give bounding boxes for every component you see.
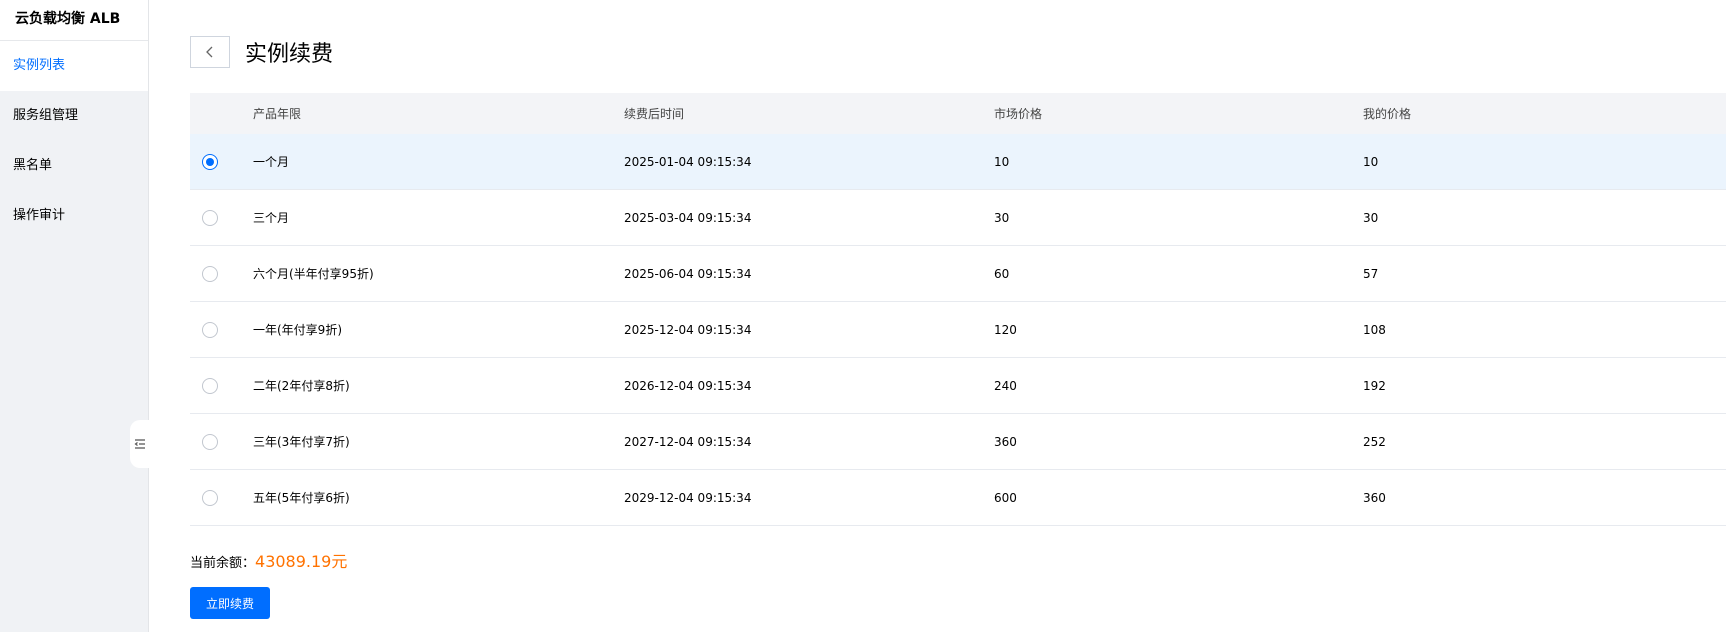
market-price-cell: 360: [994, 434, 1017, 449]
sidebar-item-blacklist[interactable]: 黑名单: [0, 141, 148, 191]
sidebar-item-service-groups[interactable]: 服务组管理: [0, 91, 148, 141]
period-radio[interactable]: [202, 153, 218, 170]
table-row[interactable]: 五年(5年付享6折) 2029-12-04 09:15:34 600 360: [190, 470, 1726, 526]
balance-label: 当前余额：: [190, 556, 256, 571]
sidebar: 云负载均衡 ALB 实例列表 服务组管理 黑名单 操作审计: [0, 0, 149, 632]
balance-value: 43089.19元: [255, 552, 348, 571]
my-price-cell: 252: [1363, 434, 1386, 449]
market-price-cell: 600: [994, 490, 1017, 505]
header-expire-time: 续费后时间: [624, 107, 685, 121]
expire-cell: 2026-12-04 09:15:34: [624, 378, 752, 393]
expire-cell: 2025-03-04 09:15:34: [624, 210, 752, 225]
expire-cell: 2025-12-04 09:15:34: [624, 322, 752, 337]
market-price-cell: 30: [994, 210, 1010, 225]
chevron-left-icon: [206, 46, 213, 58]
table-row[interactable]: 三个月 2025-03-04 09:15:34 30 30: [190, 190, 1726, 246]
my-price-cell: 192: [1363, 378, 1386, 393]
table-row[interactable]: 一年(年付享9折) 2025-12-04 09:15:34 120 108: [190, 302, 1726, 358]
table-row[interactable]: 六个月(半年付享95折) 2025-06-04 09:15:34 60 57: [190, 246, 1726, 302]
renew-now-button[interactable]: 立即续费: [190, 587, 270, 619]
table-header: 产品年限 续费后时间 市场价格 我的价格: [190, 93, 1726, 134]
my-price-cell: 108: [1363, 322, 1386, 337]
period-cell: 一个月: [253, 155, 290, 169]
market-price-cell: 10: [994, 154, 1010, 169]
market-price-cell: 120: [994, 322, 1017, 337]
header-period: 产品年限: [253, 107, 302, 121]
table-row[interactable]: 三年(3年付享7折) 2027-12-04 09:15:34 360 252: [190, 414, 1726, 470]
renewal-table: 产品年限 续费后时间 市场价格 我的价格 一个月 2025-01-04 09:1…: [190, 93, 1726, 526]
header-my-price: 我的价格: [1363, 107, 1412, 121]
main-content: 实例续费 产品年限 续费后时间 市场价格 我的价格 一个月 2025-01-04…: [190, 0, 1726, 632]
sidebar-item-audit[interactable]: 操作审计: [0, 191, 148, 241]
period-cell: 二年(2年付享8折): [253, 379, 350, 393]
period-radio[interactable]: [202, 489, 218, 506]
sidebar-collapse-toggle[interactable]: [130, 420, 149, 468]
period-radio[interactable]: [202, 265, 218, 282]
period-cell: 五年(5年付享6折): [253, 491, 350, 505]
sidebar-item-instance-list[interactable]: 实例列表: [0, 41, 148, 91]
period-cell: 一年(年付享9折): [253, 323, 342, 337]
period-cell: 三年(3年付享7折): [253, 435, 350, 449]
period-radio[interactable]: [202, 321, 218, 338]
table-row[interactable]: 二年(2年付享8折) 2026-12-04 09:15:34 240 192: [190, 358, 1726, 414]
my-price-cell: 57: [1363, 266, 1379, 281]
market-price-cell: 240: [994, 378, 1017, 393]
product-title: 云负载均衡 ALB: [0, 0, 148, 41]
period-radio[interactable]: [202, 377, 218, 394]
collapse-menu-icon: [134, 439, 145, 449]
balance-info: 当前余额： 43089.19元: [190, 548, 347, 572]
expire-cell: 2025-06-04 09:15:34: [624, 266, 752, 281]
expire-cell: 2025-01-04 09:15:34: [624, 154, 752, 169]
my-price-cell: 30: [1363, 210, 1379, 225]
my-price-cell: 360: [1363, 490, 1386, 505]
expire-cell: 2027-12-04 09:15:34: [624, 434, 752, 449]
header-market-price: 市场价格: [994, 107, 1043, 121]
period-cell: 六个月(半年付享95折): [253, 267, 374, 281]
period-radio[interactable]: [202, 433, 218, 450]
expire-cell: 2029-12-04 09:15:34: [624, 490, 752, 505]
period-radio[interactable]: [202, 209, 218, 226]
table-row[interactable]: 一个月 2025-01-04 09:15:34 10 10: [190, 134, 1726, 190]
page-header: 实例续费: [190, 36, 333, 68]
back-button[interactable]: [190, 36, 230, 68]
market-price-cell: 60: [994, 266, 1010, 281]
my-price-cell: 10: [1363, 154, 1379, 169]
period-cell: 三个月: [253, 211, 290, 225]
page-title: 实例续费: [245, 42, 334, 67]
